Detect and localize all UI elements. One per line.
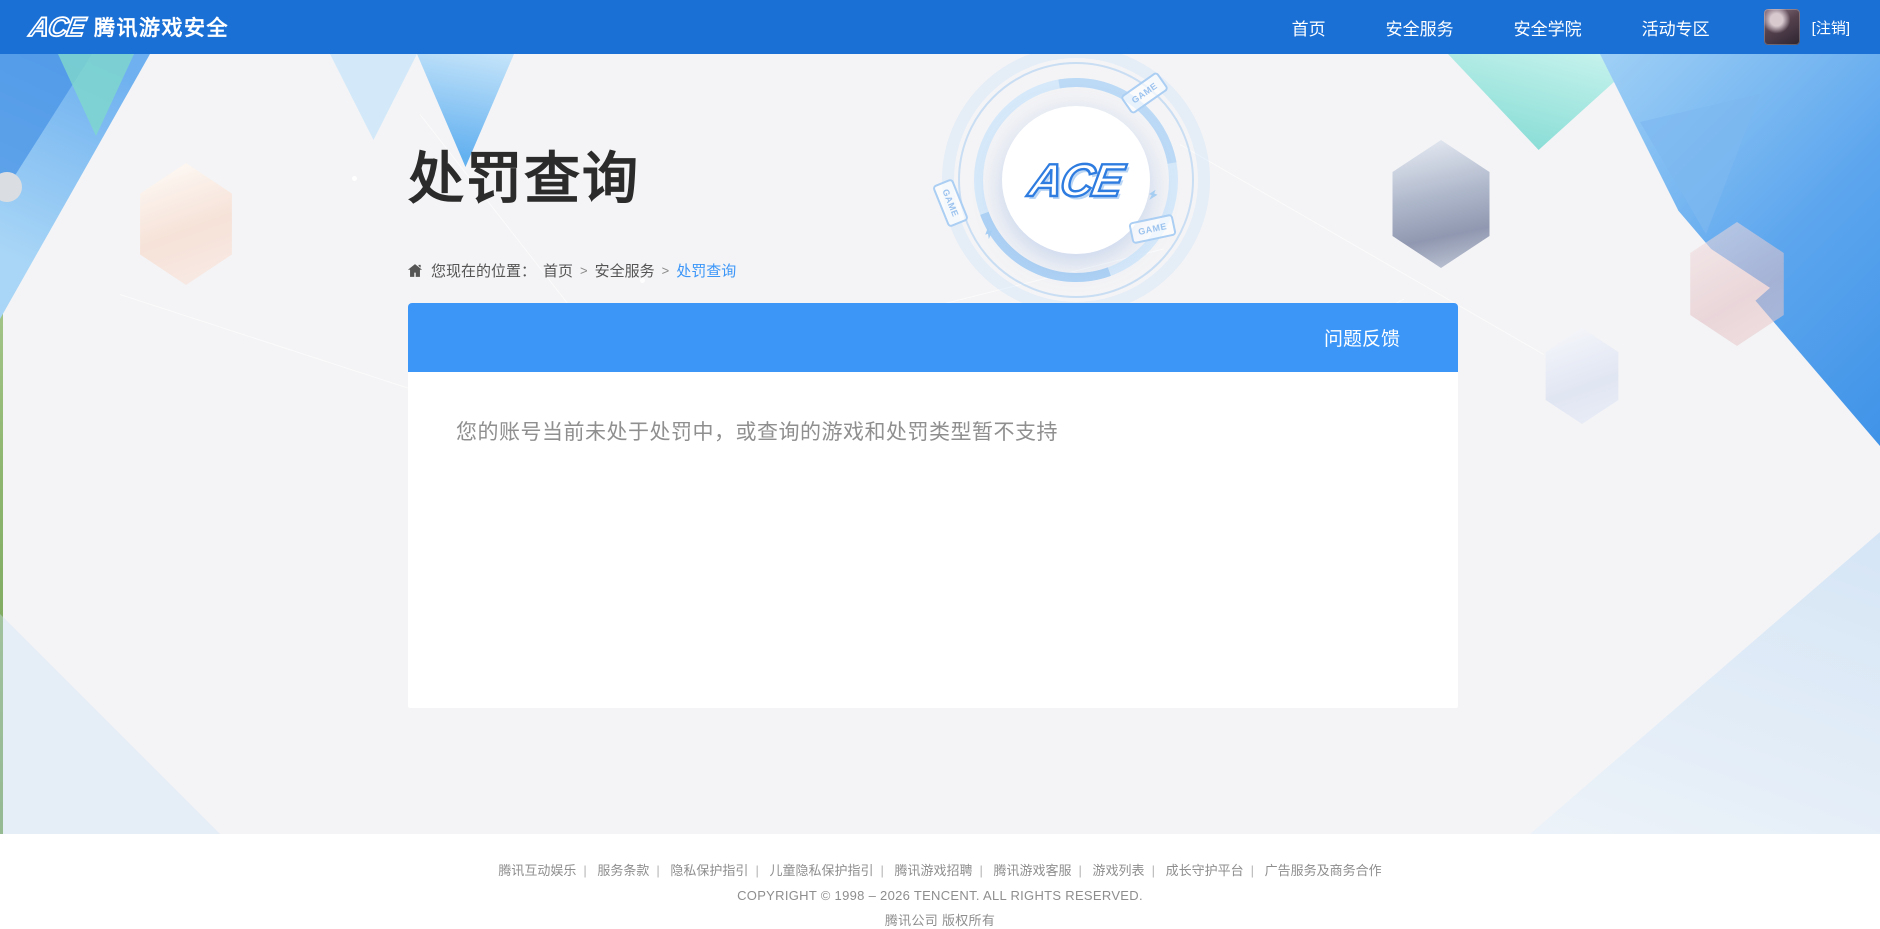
footer-links: 腾讯互动娱乐| 服务条款| 隐私保护指引| 儿童隐私保护指引| 腾讯游戏招聘| … — [0, 860, 1880, 879]
nav-item-security-services[interactable]: 安全服务 — [1386, 20, 1454, 39]
footer-link-tencent-games[interactable]: 腾讯互动娱乐 — [498, 863, 576, 878]
footer-link-ads[interactable]: 广告服务及商务合作 — [1265, 863, 1382, 878]
mesh-dot — [352, 176, 357, 181]
footer-link-game-list[interactable]: 游戏列表 — [1093, 863, 1145, 878]
ace-badge: ACE — [958, 62, 1194, 298]
brand-title: 腾讯游戏安全 — [94, 12, 229, 42]
brand-logo[interactable]: ACE 腾讯游戏安全 — [30, 12, 229, 42]
footer-link-service[interactable]: 腾讯游戏客服 — [994, 863, 1072, 878]
card-banner: 问题反馈 — [408, 303, 1458, 372]
footer-separator: | — [1079, 863, 1082, 878]
nav-item-activity-zone[interactable]: 活动专区 — [1642, 20, 1710, 39]
hero-section: ACE GAME GAME GAME 处罚查询 您现在的位置： 首页 > 安全服… — [0, 54, 1880, 834]
breadcrumb-home[interactable]: 首页 — [543, 260, 573, 281]
ace-logo-icon: ACE — [28, 14, 87, 41]
footer-link-recruit[interactable]: 腾讯游戏招聘 — [894, 863, 972, 878]
page-title: 处罚查询 — [408, 134, 640, 215]
home-icon — [406, 262, 424, 279]
footer-link-privacy[interactable]: 隐私保护指引 — [670, 863, 748, 878]
hex-character-left — [133, 163, 239, 285]
user-avatar[interactable] — [1764, 9, 1800, 45]
footer-link-guard-platform[interactable]: 成长守护平台 — [1166, 863, 1244, 878]
top-navbar: ACE 腾讯游戏安全 首页 安全服务 安全学院 活动专区 [注销] — [0, 0, 1880, 54]
breadcrumb-security-services[interactable]: 安全服务 — [595, 260, 655, 281]
card-body: 您的账号当前未处于处罚中，或查询的游戏和处罚类型暂不支持 — [408, 372, 1458, 708]
result-message: 您的账号当前未处于处罚中，或查询的游戏和处罚类型暂不支持 — [456, 416, 1410, 446]
footer-separator: | — [583, 863, 586, 878]
footer-separator: | — [1251, 863, 1254, 878]
breadcrumb-prefix: 您现在的位置： — [431, 260, 536, 281]
nav-item-security-academy[interactable]: 安全学院 — [1514, 20, 1582, 39]
footer-link-terms[interactable]: 服务条款 — [597, 863, 649, 878]
logout-link[interactable]: [注销] — [1812, 17, 1850, 38]
bg-triangle-top-mid-light — [330, 54, 417, 140]
breadcrumb-separator: > — [662, 263, 670, 278]
feedback-link[interactable]: 问题反馈 — [1324, 324, 1400, 351]
footer-separator: | — [880, 863, 883, 878]
bg-wash-bottom-left — [0, 614, 220, 834]
query-result-card: 问题反馈 您的账号当前未处于处罚中，或查询的游戏和处罚类型暂不支持 — [408, 303, 1458, 708]
breadcrumb: 您现在的位置： 首页 > 安全服务 > 处罚查询 — [406, 260, 736, 281]
page-footer: 腾讯互动娱乐| 服务条款| 隐私保护指引| 儿童隐私保护指引| 腾讯游戏招聘| … — [0, 834, 1880, 924]
breadcrumb-current[interactable]: 处罚查询 — [676, 260, 736, 281]
footer-separator: | — [755, 863, 758, 878]
bg-wash-bottom-right — [1530, 532, 1880, 834]
company-line: 腾讯公司 版权所有 — [0, 910, 1880, 929]
footer-separator: | — [1152, 863, 1155, 878]
footer-separator: | — [980, 863, 983, 878]
breadcrumb-separator: > — [580, 263, 588, 278]
ace-center-logo-icon: ACE — [1026, 153, 1127, 207]
badge-disc: ACE — [1002, 106, 1150, 254]
footer-separator: | — [656, 863, 659, 878]
copyright-line: COPYRIGHT © 1998 – 2026 TENCENT. ALL RIG… — [0, 888, 1880, 903]
nav-menu: 首页 安全服务 安全学院 活动专区 — [1262, 15, 1740, 40]
nav-item-home[interactable]: 首页 — [1292, 20, 1326, 39]
footer-link-child-privacy[interactable]: 儿童隐私保护指引 — [769, 863, 873, 878]
